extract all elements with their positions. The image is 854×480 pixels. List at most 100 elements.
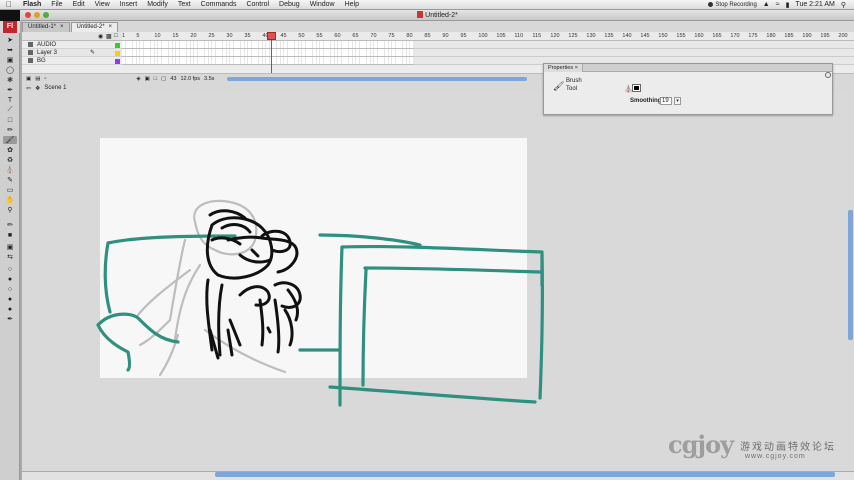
- layer-icon: [28, 58, 33, 63]
- frame-number: 170: [730, 33, 740, 39]
- menu-window[interactable]: Window: [305, 1, 340, 8]
- deco-tool-icon[interactable]: ✿: [3, 146, 17, 154]
- apple-icon[interactable]: : [0, 0, 18, 9]
- menu-text[interactable]: Text: [173, 1, 196, 8]
- frame-number: 135: [604, 33, 614, 39]
- brush-mode-icon[interactable]: ○: [3, 285, 17, 293]
- tab-untitled-1[interactable]: Untitled-1* ×: [22, 22, 70, 32]
- clock[interactable]: Tue 2:21 AM: [795, 1, 834, 8]
- fill-color-icon[interactable]: ■: [3, 231, 17, 239]
- menu-help[interactable]: Help: [340, 1, 364, 8]
- layer-row-layer-3[interactable]: Layer 3 ✎: [22, 49, 122, 57]
- frame-number: 100: [478, 33, 488, 39]
- rectangle-tool-icon[interactable]: □: [3, 116, 17, 124]
- tab-properties[interactable]: Properties ×: [544, 64, 583, 72]
- eyedropper-tool-icon[interactable]: ✎: [3, 176, 17, 184]
- bone-tool-icon[interactable]: ♻: [3, 156, 17, 164]
- stage-canvas[interactable]: [100, 138, 527, 378]
- new-layer-icon[interactable]: ▣: [26, 76, 31, 82]
- selection-tool-icon[interactable]: ➤: [3, 36, 17, 44]
- close-tab-icon[interactable]: ×: [109, 23, 113, 32]
- onion-skin-icon[interactable]: ▣: [145, 76, 150, 82]
- close-panel-icon[interactable]: ×: [575, 65, 578, 71]
- window-title-text: Untitled-2*: [425, 12, 458, 19]
- frame-ruler[interactable]: 1 5 10 15 20 25 30 35 40 45 50 55 60 65 70 75 80 85 90 95 10…: [122, 32, 854, 41]
- horizontal-scrollbar[interactable]: [215, 472, 835, 477]
- watermark-logo: cgjoy: [668, 430, 734, 459]
- lasso-tool-icon[interactable]: ❃: [3, 76, 17, 84]
- battery-icon[interactable]: ▮: [786, 1, 790, 9]
- 3d-rotation-tool-icon[interactable]: ◯: [3, 66, 17, 74]
- text-tool-icon[interactable]: T: [3, 96, 17, 104]
- back-arrow-icon[interactable]: ⇦: [26, 85, 31, 92]
- frames-bg[interactable]: [122, 57, 414, 65]
- menu-flash[interactable]: Flash: [18, 1, 46, 8]
- smoothing-dropdown[interactable]: ▾: [674, 97, 681, 105]
- smoothing-input[interactable]: 19: [660, 97, 672, 105]
- subselection-tool-icon[interactable]: ➥: [3, 46, 17, 54]
- pencil-tool-icon[interactable]: ✏: [3, 126, 17, 134]
- properties-header: [544, 64, 832, 72]
- edit-multiple-icon[interactable]: ▢: [161, 76, 166, 82]
- properties-tab-label: Properties: [548, 65, 574, 71]
- pressure-icon[interactable]: ✒: [3, 315, 17, 323]
- close-tab-icon[interactable]: ×: [60, 23, 64, 32]
- stop-recording-button[interactable]: Stop Recording: [708, 2, 757, 8]
- eye-icon[interactable]: ◉: [98, 33, 103, 40]
- frame-number: 20: [190, 33, 197, 39]
- lock-fill-icon[interactable]: ●: [3, 275, 17, 283]
- spotlight-icon[interactable]: ⚲: [841, 1, 846, 9]
- outline-icon[interactable]: □: [114, 33, 118, 39]
- object-drawing-icon[interactable]: ○: [3, 265, 17, 273]
- menu-modify[interactable]: Modify: [142, 1, 173, 8]
- brush-shape-icon[interactable]: ●: [3, 305, 17, 313]
- menu-view[interactable]: View: [90, 1, 115, 8]
- brush-size-icon[interactable]: ●: [3, 295, 17, 303]
- black-white-icon[interactable]: ▣: [3, 243, 17, 251]
- wifi-icon[interactable]: ≈: [776, 1, 780, 8]
- frame-number: 130: [586, 33, 596, 39]
- delete-layer-icon[interactable]: ▫: [44, 76, 46, 82]
- frame-rate[interactable]: 12.0 fps: [180, 76, 200, 82]
- menu-commands[interactable]: Commands: [196, 1, 242, 8]
- frames-audio[interactable]: [122, 41, 414, 49]
- menu-control[interactable]: Control: [241, 1, 274, 8]
- scene-label[interactable]: Scene 1: [44, 85, 66, 91]
- fill-color-swatch[interactable]: [632, 84, 641, 92]
- playhead-handle[interactable]: [267, 32, 276, 40]
- watermark-chinese: 游戏动画特效论坛: [740, 442, 836, 453]
- swap-colors-icon[interactable]: ⇆: [3, 253, 17, 261]
- hand-tool-icon[interactable]: ✋: [3, 196, 17, 204]
- menu-debug[interactable]: Debug: [274, 1, 305, 8]
- menu-file[interactable]: File: [46, 1, 67, 8]
- onion-outline-icon[interactable]: □: [154, 76, 157, 82]
- frames-empty[interactable]: [414, 49, 854, 57]
- frame-number: 95: [460, 33, 467, 39]
- frames-empty[interactable]: [414, 41, 854, 49]
- lock-icon[interactable]: ▩: [106, 33, 112, 40]
- layer-color-swatch[interactable]: [115, 59, 120, 64]
- stroke-color-icon[interactable]: ✏: [3, 221, 17, 229]
- layer-color-swatch[interactable]: [115, 51, 120, 56]
- timeline-scrollbar[interactable]: [227, 77, 527, 81]
- free-transform-tool-icon[interactable]: ▣: [3, 56, 17, 64]
- volume-icon[interactable]: ▲: [763, 1, 770, 8]
- panel-options-icon[interactable]: [825, 72, 831, 78]
- layer-row-bg[interactable]: BG: [22, 57, 122, 65]
- new-folder-icon[interactable]: ▤: [35, 76, 40, 82]
- frames-layer-3[interactable]: [122, 49, 414, 57]
- frame-number: 60: [334, 33, 341, 39]
- eraser-tool-icon[interactable]: ▭: [3, 186, 17, 194]
- layer-color-swatch[interactable]: [115, 43, 120, 48]
- layer-row-audio[interactable]: AUDIO: [22, 41, 122, 49]
- zoom-tool-icon[interactable]: ⚲: [3, 206, 17, 214]
- vertical-scrollbar[interactable]: [848, 210, 853, 340]
- brush-tool-icon[interactable]: 🖌: [3, 136, 17, 144]
- center-frame-icon[interactable]: ◈: [136, 76, 140, 82]
- paint-bucket-tool-icon[interactable]: ⛪: [3, 166, 17, 174]
- tab-untitled-2[interactable]: Untitled-2* ×: [70, 22, 119, 32]
- menu-insert[interactable]: Insert: [115, 1, 143, 8]
- menu-edit[interactable]: Edit: [68, 1, 90, 8]
- pen-tool-icon[interactable]: ✒: [3, 86, 17, 94]
- line-tool-icon[interactable]: ⟋: [3, 106, 17, 114]
